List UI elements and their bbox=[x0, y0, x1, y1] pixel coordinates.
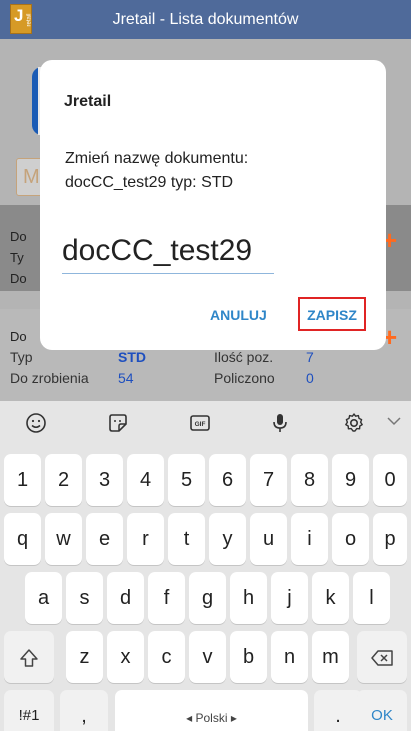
keyboard-language-label: Polski bbox=[195, 711, 228, 725]
key-8[interactable]: 8 bbox=[291, 454, 328, 506]
dialog-message: Zmień nazwę dokumentu: docCC_test29 typ:… bbox=[65, 150, 249, 191]
key-i[interactable]: i bbox=[291, 513, 328, 565]
document-name-input[interactable] bbox=[62, 228, 274, 274]
key-3[interactable]: 3 bbox=[86, 454, 123, 506]
save-button[interactable]: ZAPISZ bbox=[298, 297, 366, 331]
row-label: Do bbox=[10, 271, 27, 286]
key-4[interactable]: 4 bbox=[127, 454, 164, 506]
comma-key[interactable]: , bbox=[60, 690, 108, 731]
spacebar[interactable]: ◂ Polski ▸ bbox=[115, 690, 308, 731]
key-n[interactable]: n bbox=[271, 631, 308, 683]
row-label: Do bbox=[10, 229, 27, 244]
backspace-key[interactable] bbox=[357, 631, 407, 683]
key-q[interactable]: q bbox=[4, 513, 41, 565]
key-j[interactable]: j bbox=[271, 572, 308, 624]
sticker-icon[interactable] bbox=[104, 411, 132, 439]
symbols-key[interactable]: !#1 bbox=[4, 690, 54, 731]
key-v[interactable]: v bbox=[189, 631, 226, 683]
rename-dialog: Jretail Zmień nazwę dokumentu: docCC_tes… bbox=[40, 60, 386, 350]
gif-icon[interactable]: GIF bbox=[186, 411, 214, 439]
svg-text:GIF: GIF bbox=[195, 421, 206, 428]
key-h[interactable]: h bbox=[230, 572, 267, 624]
key-1[interactable]: 1 bbox=[4, 454, 41, 506]
key-o[interactable]: o bbox=[332, 513, 369, 565]
key-c[interactable]: c bbox=[148, 631, 185, 683]
shift-icon bbox=[20, 648, 38, 667]
key-m[interactable]: m bbox=[312, 631, 349, 683]
key-s[interactable]: s bbox=[66, 572, 103, 624]
key-k[interactable]: k bbox=[312, 572, 349, 624]
key-p[interactable]: p bbox=[373, 513, 407, 565]
shift-key[interactable] bbox=[4, 631, 54, 683]
key-l[interactable]: l bbox=[353, 572, 390, 624]
key-f[interactable]: f bbox=[148, 572, 185, 624]
settings-icon[interactable] bbox=[340, 411, 368, 439]
microphone-icon[interactable] bbox=[266, 411, 294, 439]
ok-key[interactable]: OK bbox=[357, 690, 407, 731]
row-label: Ty bbox=[10, 250, 24, 265]
key-g[interactable]: g bbox=[189, 572, 226, 624]
keyboard-toolbar: GIF bbox=[0, 401, 411, 447]
key-2[interactable]: 2 bbox=[45, 454, 82, 506]
row-label: Do bbox=[10, 329, 27, 344]
dialog-title: Jretail bbox=[64, 93, 112, 110]
key-6[interactable]: 6 bbox=[209, 454, 246, 506]
chevron-down-icon[interactable] bbox=[380, 411, 408, 439]
key-y[interactable]: y bbox=[209, 513, 246, 565]
period-key[interactable]: . bbox=[314, 690, 362, 731]
key-x[interactable]: x bbox=[107, 631, 144, 683]
key-r[interactable]: r bbox=[127, 513, 164, 565]
soft-keyboard: GIF 1 2 3 4 5 6 7 8 9 0 q w e r t y u i … bbox=[0, 401, 411, 731]
key-0[interactable]: 0 bbox=[373, 454, 407, 506]
key-z[interactable]: z bbox=[66, 631, 103, 683]
key-t[interactable]: t bbox=[168, 513, 205, 565]
app-bar: J retail Jretail - Lista dokumentów bbox=[0, 0, 411, 39]
cancel-button[interactable]: ANULUJ bbox=[210, 307, 267, 323]
page-title: Jretail - Lista dokumentów bbox=[112, 11, 299, 28]
key-w[interactable]: w bbox=[45, 513, 82, 565]
key-u[interactable]: u bbox=[250, 513, 287, 565]
key-d[interactable]: d bbox=[107, 572, 144, 624]
smiley-icon[interactable] bbox=[22, 411, 50, 439]
key-e[interactable]: e bbox=[86, 513, 123, 565]
key-a[interactable]: a bbox=[25, 572, 62, 624]
key-7[interactable]: 7 bbox=[250, 454, 287, 506]
key-b[interactable]: b bbox=[230, 631, 267, 683]
backspace-icon bbox=[371, 649, 393, 666]
key-9[interactable]: 9 bbox=[332, 454, 369, 506]
key-5[interactable]: 5 bbox=[168, 454, 205, 506]
